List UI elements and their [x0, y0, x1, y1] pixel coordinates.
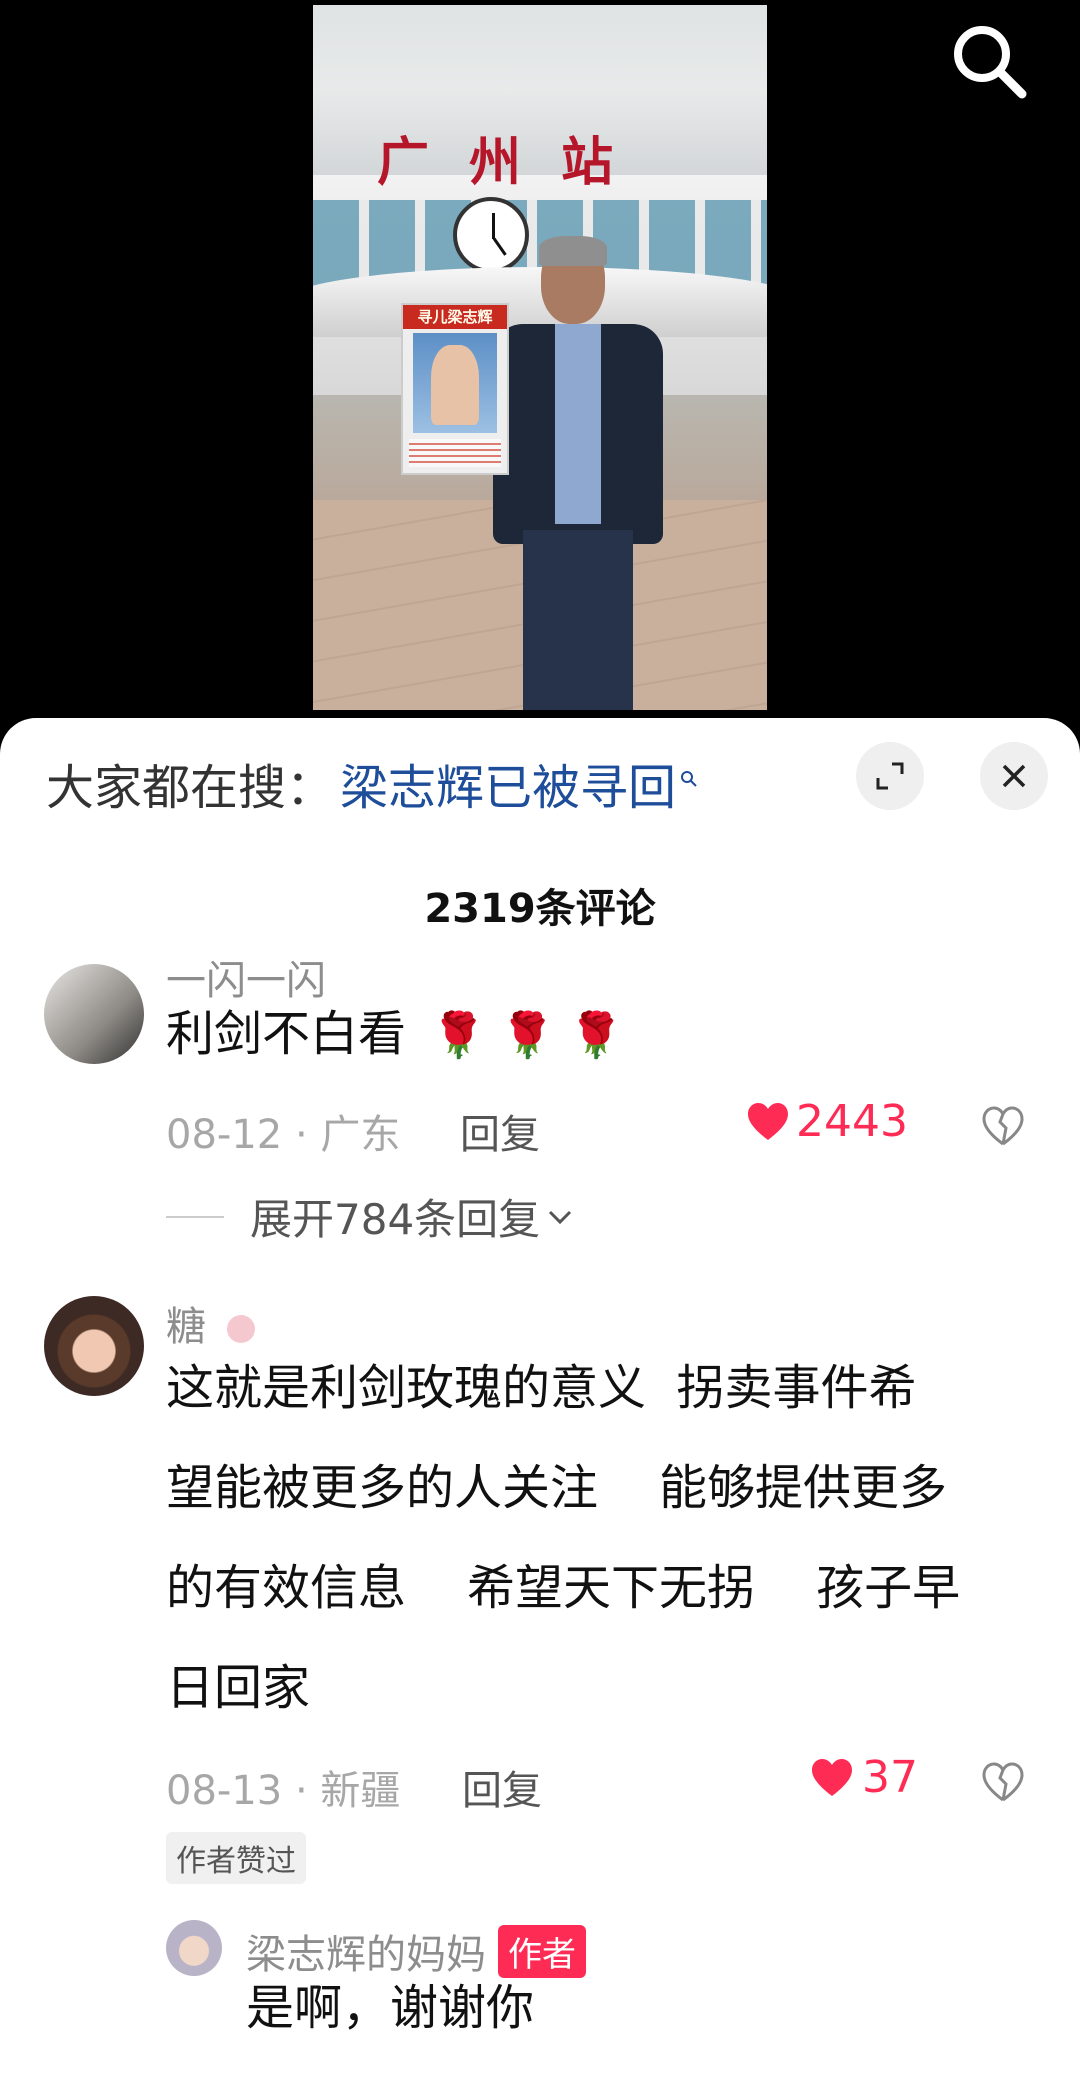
video-player[interactable]: 广州站 寻儿梁志辉: [0, 0, 1080, 730]
hot-search-term[interactable]: 梁志辉已被寻回: [340, 748, 676, 818]
poster-title: 寻儿梁志辉: [403, 305, 507, 329]
comment-panel: 大家都在搜： 梁志辉已被寻回 2319条评论 一闪一闪 利剑不白看 🌹 🌹 🌹 …: [0, 718, 1080, 2084]
broken-heart-icon: [982, 1762, 1024, 1802]
comment-line: 这就是利剑玫瑰的意义 拐卖事件希: [166, 1360, 917, 1416]
expand-icon: [876, 762, 904, 790]
heart-icon: [812, 1758, 852, 1796]
expand-replies-label: 展开784条回复: [250, 1195, 541, 1244]
search-icon[interactable]: [946, 18, 1032, 104]
close-button[interactable]: [980, 742, 1048, 810]
dislike-button[interactable]: [980, 1760, 1026, 1806]
station-sign: 广州站: [377, 132, 654, 193]
rose-emoji: 🌹 🌹 🌹: [431, 1010, 624, 1061]
avatar[interactable]: [44, 1296, 144, 1396]
baby-photo: [431, 345, 479, 425]
comment-text: 利剑不白看 🌹 🌹 🌹: [166, 984, 624, 1086]
man-pants: [523, 530, 633, 710]
broken-heart-icon: [982, 1106, 1024, 1146]
like-button[interactable]: 37: [810, 1752, 918, 1803]
like-count: 37: [862, 1752, 918, 1803]
expand-replies[interactable]: 展开784条回复: [166, 1186, 574, 1247]
heart-icon: [748, 1102, 788, 1140]
poster-text: [409, 439, 501, 467]
missing-child-poster: 寻儿梁志辉: [401, 303, 509, 475]
reply-button[interactable]: 回复: [460, 1102, 540, 1160]
reply-button[interactable]: 回复: [462, 1758, 542, 1816]
divider: [166, 1215, 224, 1218]
chevron-down-icon: [549, 1210, 572, 1224]
comment-text: 这就是利剑玫瑰的意义 拐卖事件希 望能被更多的人关注 能够提供更多 的有效信息 希望…: [166, 1338, 960, 1738]
avatar[interactable]: [44, 964, 144, 1064]
dislike-button[interactable]: [980, 1104, 1026, 1150]
comment-line: 日回家: [166, 1660, 311, 1716]
comment-body: 利剑不白看: [166, 1006, 407, 1062]
avatar[interactable]: [166, 1920, 222, 1976]
like-count: 2443: [796, 1096, 908, 1147]
like-button[interactable]: 2443: [746, 1096, 908, 1147]
author-liked-badge: 作者赞过: [166, 1832, 306, 1884]
comment-date-location: 08-13 · 新疆: [166, 1768, 401, 1814]
hot-search-label: 大家都在搜：: [46, 760, 335, 816]
reply-text: 是啊，谢谢你: [246, 1980, 535, 2036]
man-figure: [493, 236, 663, 710]
hot-search: 大家都在搜： 梁志辉已被寻回: [46, 748, 698, 818]
comment-line: 的有效信息 希望天下无拐 孩子早: [166, 1560, 961, 1616]
comment-date-location: 08-12 · 广东: [166, 1112, 401, 1158]
man-shirt: [555, 324, 601, 524]
comment-count: 2319条评论: [424, 886, 656, 932]
search-icon[interactable]: [680, 744, 698, 800]
comment-line: 望能被更多的人关注 能够提供更多: [166, 1460, 948, 1516]
close-icon: [1002, 764, 1026, 788]
man-hair: [539, 236, 607, 266]
expand-button[interactable]: [856, 742, 924, 810]
video-frame[interactable]: 广州站 寻儿梁志辉: [313, 5, 767, 710]
